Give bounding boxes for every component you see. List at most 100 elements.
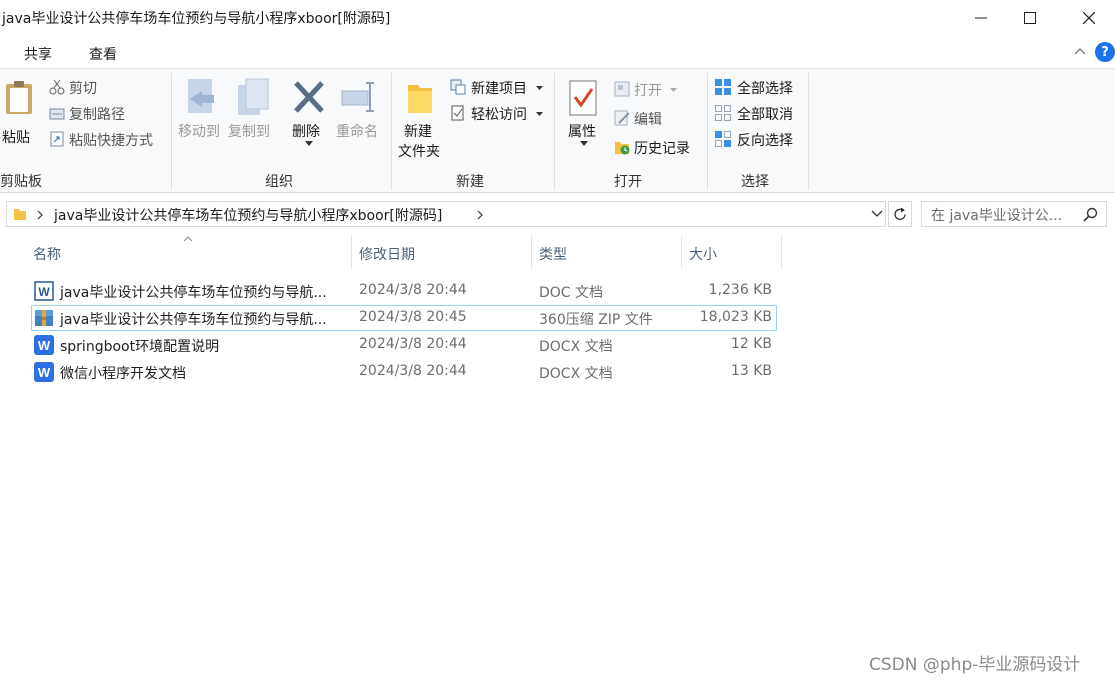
column-divider[interactable] xyxy=(781,236,782,268)
new-folder-label-line1: 新建 xyxy=(404,124,432,140)
easy-access-button[interactable]: 轻松访问 xyxy=(449,103,549,125)
edit-icon xyxy=(614,110,630,126)
paste-shortcut-label: 粘贴快捷方式 xyxy=(69,133,153,149)
group-divider xyxy=(808,73,809,190)
paste-label: 粘贴 xyxy=(2,130,30,146)
column-divider[interactable] xyxy=(351,236,352,268)
ribbon-tab-bar: 共享 查看 xyxy=(0,36,1115,68)
address-bar[interactable]: java毕业设计公共停车场车位预约与导航小程序xboor[附源码] xyxy=(6,201,886,227)
cut-label: 剪切 xyxy=(69,81,97,97)
paste-shortcut-button[interactable]: 粘贴快捷方式 xyxy=(47,129,167,151)
search-icon[interactable] xyxy=(1083,207,1098,222)
maximize-button[interactable] xyxy=(1007,0,1053,36)
organize-group-label: 组织 xyxy=(265,174,293,190)
zip-archive-icon xyxy=(35,310,53,326)
column-header-name[interactable]: 名称 xyxy=(33,244,61,264)
file-type: DOCX 文档 xyxy=(539,339,613,355)
file-name: java毕业设计公共停车场车位预约与导航... xyxy=(60,285,327,301)
chevron-down-icon xyxy=(536,86,543,90)
ribbon-collapse-icon[interactable] xyxy=(1073,44,1087,60)
chevron-down-icon xyxy=(305,141,313,146)
folder-icon xyxy=(408,85,432,113)
history-button[interactable]: 历史记录 xyxy=(612,137,707,159)
ribbon: 粘贴 剪切 复制路径 粘贴快捷方式 剪贴板 移动到 复制到 删除 重命名 组织 … xyxy=(0,68,1115,193)
move-to-label: 移动到 xyxy=(178,124,220,140)
column-header-size[interactable]: 大小 xyxy=(689,244,717,264)
group-divider xyxy=(171,73,172,190)
search-box[interactable]: 在 java毕业设计公... xyxy=(921,201,1107,227)
file-date: 2024/3/8 20:44 xyxy=(359,282,467,298)
file-row[interactable]: W java毕业设计公共停车场车位预约与导航... 2024/3/8 20:44… xyxy=(31,278,777,304)
select-none-icon xyxy=(715,105,731,121)
select-all-icon xyxy=(715,79,731,95)
new-item-icon xyxy=(450,79,466,95)
properties-label: 属性 xyxy=(568,124,596,140)
invert-selection-icon xyxy=(715,131,731,147)
copy-path-icon xyxy=(49,108,65,120)
title-bar: java毕业设计公共停车场车位预约与导航小程序xboor[附源码] xyxy=(0,0,1115,36)
file-size: 1,236 KB xyxy=(708,282,772,298)
select-none-button[interactable]: 全部取消 xyxy=(713,103,805,125)
column-header-date[interactable]: 修改日期 xyxy=(359,244,415,264)
rename-button[interactable]: 重命名 xyxy=(334,75,386,155)
file-row[interactable]: W springboot环境配置说明 2024/3/8 20:44 DOCX 文… xyxy=(31,332,777,358)
delete-button[interactable]: 删除 xyxy=(289,75,329,155)
clipboard-icon xyxy=(6,81,32,114)
tab-share[interactable]: 共享 xyxy=(24,44,52,64)
file-row[interactable]: java毕业设计公共停车场车位预约与导航... 2024/3/8 20:45 3… xyxy=(31,305,777,331)
chevron-down-icon[interactable] xyxy=(871,210,883,218)
edit-label: 编辑 xyxy=(634,112,662,128)
new-item-button[interactable]: 新建项目 xyxy=(449,77,549,99)
file-size: 12 KB xyxy=(730,336,772,352)
minimize-button[interactable] xyxy=(958,0,1004,36)
file-date: 2024/3/8 20:45 xyxy=(359,309,467,325)
copy-path-button[interactable]: 复制路径 xyxy=(47,103,157,125)
properties-icon xyxy=(569,80,597,116)
open-icon xyxy=(614,81,630,97)
column-header-type[interactable]: 类型 xyxy=(539,244,567,264)
file-type: DOCX 文档 xyxy=(539,366,613,382)
file-name: springboot环境配置说明 xyxy=(60,339,220,355)
group-divider xyxy=(707,73,708,190)
word-doc-icon: W xyxy=(34,281,54,301)
properties-button[interactable]: 属性 xyxy=(564,75,604,165)
paste-button[interactable]: 粘贴 xyxy=(0,75,40,146)
move-to-button[interactable]: 移动到 xyxy=(176,75,226,155)
help-icon[interactable]: ? xyxy=(1095,42,1115,62)
invert-selection-button[interactable]: 反向选择 xyxy=(713,129,805,151)
delete-x-icon xyxy=(294,81,324,113)
move-to-icon xyxy=(188,79,214,113)
word-docx-icon: W xyxy=(34,362,54,382)
open-button[interactable]: 打开 xyxy=(612,79,702,101)
edit-button[interactable]: 编辑 xyxy=(612,108,702,130)
address-path[interactable]: java毕业设计公共停车场车位预约与导航小程序xboor[附源码] xyxy=(54,205,442,225)
refresh-button[interactable] xyxy=(888,201,912,227)
svg-text:W: W xyxy=(38,285,50,299)
file-name: 微信小程序开发文档 xyxy=(60,366,186,382)
cut-button[interactable]: 剪切 xyxy=(47,77,157,99)
chevron-down-icon xyxy=(580,141,588,146)
close-button[interactable] xyxy=(1066,0,1112,36)
select-none-label: 全部取消 xyxy=(737,107,793,123)
file-type: DOC 文档 xyxy=(539,285,604,301)
search-input[interactable]: 在 java毕业设计公... xyxy=(931,205,1062,225)
copy-to-label: 复制到 xyxy=(228,124,270,140)
tab-view[interactable]: 查看 xyxy=(89,44,117,64)
rename-label: 重命名 xyxy=(336,124,378,140)
file-date: 2024/3/8 20:44 xyxy=(359,336,467,352)
group-divider xyxy=(554,73,555,190)
select-all-button[interactable]: 全部选择 xyxy=(713,77,805,99)
select-group-label: 选择 xyxy=(741,174,769,190)
column-divider[interactable] xyxy=(531,236,532,268)
new-item-label: 新建项目 xyxy=(471,81,527,97)
column-divider[interactable] xyxy=(681,236,682,268)
file-date: 2024/3/8 20:44 xyxy=(359,363,467,379)
easy-access-icon xyxy=(451,105,464,121)
delete-label: 删除 xyxy=(292,124,320,140)
chevron-down-icon xyxy=(536,112,543,116)
watermark-text: CSDN @php-毕业源码设计 xyxy=(869,655,1081,675)
file-row[interactable]: W 微信小程序开发文档 2024/3/8 20:44 DOCX 文档 13 KB xyxy=(31,359,777,385)
new-folder-button[interactable]: 新建 文件夹 xyxy=(396,75,446,165)
file-name: java毕业设计公共停车场车位预约与导航... xyxy=(60,312,327,328)
copy-to-button[interactable]: 复制到 xyxy=(228,75,278,155)
